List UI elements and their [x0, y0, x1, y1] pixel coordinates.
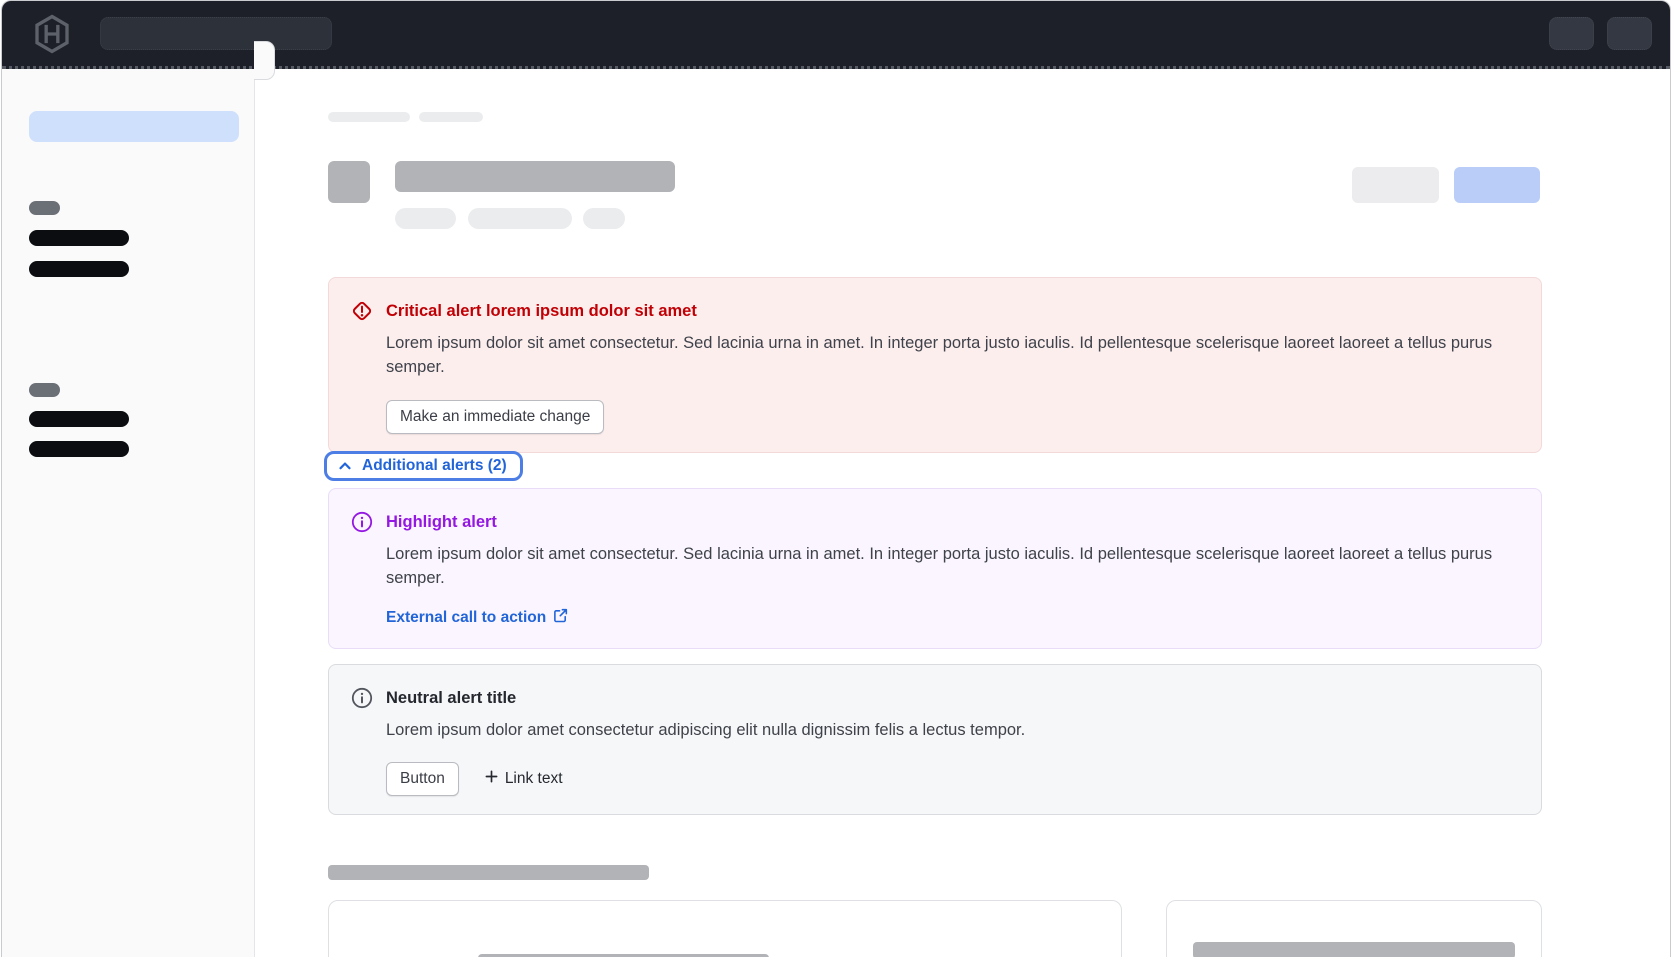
- sidebar-item-skeleton[interactable]: [29, 261, 129, 277]
- content-card: [1166, 900, 1542, 957]
- navbar-button-skeleton-2[interactable]: [1607, 17, 1652, 50]
- neutral-alert-title: Neutral alert title: [386, 687, 1513, 709]
- neutral-alert-body: Lorem ipsum dolor amet consectetur adipi…: [386, 718, 1513, 742]
- additional-alerts-label: Additional alerts (2): [362, 457, 507, 475]
- sidebar-item-skeleton[interactable]: [29, 441, 129, 457]
- top-navbar: [2, 1, 1670, 69]
- search-input-skeleton[interactable]: [100, 17, 332, 50]
- critical-alert-body: Lorem ipsum dolor sit amet consectetur. …: [386, 331, 1513, 379]
- neutral-alert-banner: Neutral alert title Lorem ipsum dolor am…: [328, 664, 1542, 815]
- info-circle-icon: [350, 510, 374, 534]
- highlight-alert-banner: Highlight alert Lorem ipsum dolor sit am…: [328, 488, 1542, 649]
- critical-alert-title: Critical alert lorem ipsum dolor sit ame…: [386, 300, 1513, 322]
- badge-skeleton-2: [468, 208, 572, 229]
- card-content-skeleton: [478, 954, 769, 957]
- make-immediate-change-button[interactable]: Make an immediate change: [386, 400, 604, 434]
- sidebar: [2, 69, 255, 957]
- badge-skeleton-3: [583, 208, 625, 229]
- plus-icon: [485, 770, 498, 788]
- neutral-alert-link[interactable]: Link text: [485, 770, 563, 788]
- main-content: Critical alert lorem ipsum dolor sit ame…: [256, 69, 1670, 957]
- external-link-icon: [553, 608, 568, 628]
- secondary-button-skeleton[interactable]: [1352, 167, 1439, 203]
- sidebar-item-skeleton[interactable]: [29, 230, 129, 246]
- app-window: Critical alert lorem ipsum dolor sit ame…: [1, 0, 1671, 957]
- external-call-to-action-link[interactable]: External call to action: [386, 608, 568, 628]
- sidebar-active-item-skeleton[interactable]: [29, 111, 239, 142]
- highlight-alert-body: Lorem ipsum dolor sit amet consectetur. …: [386, 542, 1513, 590]
- primary-button-skeleton[interactable]: [1454, 167, 1540, 203]
- neutral-link-label: Link text: [505, 770, 563, 788]
- neutral-alert-button[interactable]: Button: [386, 762, 459, 796]
- highlight-alert-title: Highlight alert: [386, 511, 1513, 533]
- sidebar-item-skeleton[interactable]: [29, 411, 129, 427]
- content-card: [328, 900, 1122, 957]
- external-link-label: External call to action: [386, 609, 546, 627]
- additional-alerts-toggle[interactable]: Additional alerts (2): [324, 451, 523, 481]
- breadcrumb-skeleton-2[interactable]: [419, 112, 483, 122]
- section-title-skeleton: [328, 865, 649, 880]
- info-circle-icon: [350, 686, 374, 710]
- breadcrumb-skeleton-1[interactable]: [328, 112, 410, 122]
- sidebar-collapse-handle[interactable]: [254, 41, 275, 80]
- sidebar-section-heading-skeleton: [29, 201, 60, 215]
- card-content-skeleton: [1193, 942, 1515, 957]
- badge-skeleton-1: [395, 208, 456, 229]
- alert-diamond-icon: [350, 299, 374, 323]
- chevron-up-icon: [337, 458, 353, 474]
- hashicorp-logo-icon: [32, 14, 72, 54]
- page-icon-skeleton: [328, 161, 370, 203]
- critical-alert-banner: Critical alert lorem ipsum dolor sit ame…: [328, 277, 1542, 453]
- page-title-skeleton: [395, 161, 675, 192]
- navbar-button-skeleton-1[interactable]: [1549, 17, 1594, 50]
- sidebar-section-heading-skeleton: [29, 383, 60, 397]
